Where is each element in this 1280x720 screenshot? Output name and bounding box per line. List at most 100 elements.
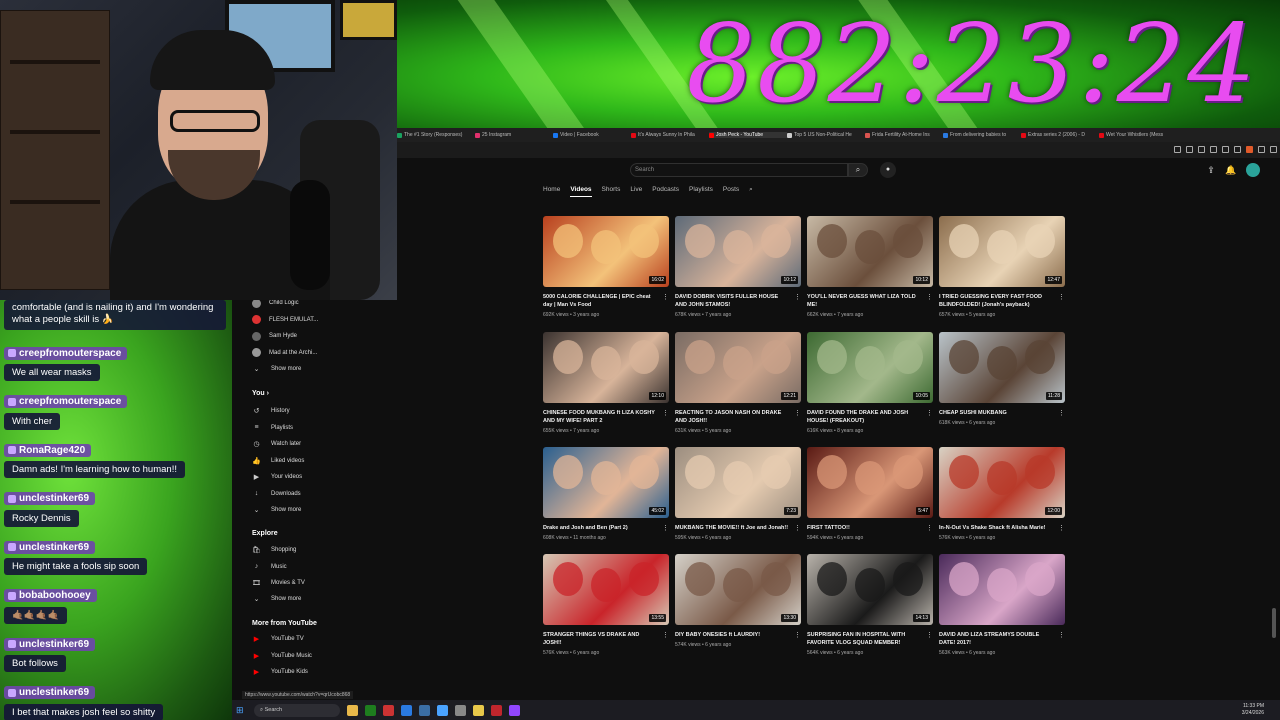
search-input[interactable]: Search [630, 163, 848, 177]
show-more-button[interactable]: ⌄ Show more [252, 364, 302, 374]
more-options-icon[interactable]: ⋮ [794, 293, 801, 301]
chat-username[interactable]: unclestinker69 [4, 540, 96, 554]
tab-home[interactable]: Home [543, 186, 560, 197]
video-card[interactable]: 13:30 DIY BABY ONESIES ft LAURDIY! 574K vi… [675, 554, 801, 648]
show-more-button[interactable]: ⌄ Show more [252, 505, 302, 515]
video-thumbnail[interactable]: 14:13 [807, 554, 933, 625]
video-thumbnail[interactable]: 12:10 [543, 332, 669, 403]
video-card[interactable]: 5:47 FIRST TATTOO!! 594K views • 6 years a… [807, 447, 933, 541]
show-more-button[interactable]: ⌄ Show more [252, 594, 302, 604]
video-card[interactable]: 45:02 Drake and Josh and Ben (Part 2) 608K… [543, 447, 669, 541]
extension-icon[interactable] [1234, 146, 1241, 153]
sidebar-item-yt-app[interactable]: ▶ YouTube Music [252, 651, 312, 661]
browser-tab[interactable]: From delivering babies to [943, 132, 1021, 138]
sidebar-item-your-videos[interactable]: ▶ Your videos [252, 472, 302, 482]
more-options-icon[interactable]: ⋮ [926, 524, 933, 532]
video-thumbnail[interactable]: 45:02 [543, 447, 669, 518]
notifications-button[interactable]: 🔔 [1224, 163, 1238, 177]
extension-icon[interactable] [1186, 146, 1193, 153]
video-title[interactable]: 5000 CALORIE CHALLENGE | EPIC cheat day … [543, 293, 669, 309]
video-thumbnail[interactable]: 10:05 [807, 332, 933, 403]
video-title[interactable]: REACTING TO JASON NASH ON DRAKE AND JOSH… [675, 409, 801, 425]
twitch-icon[interactable] [509, 704, 520, 716]
avatar[interactable] [1246, 163, 1260, 177]
browser-tab[interactable]: Video | Facebook [553, 132, 631, 138]
chat-username[interactable]: RonaRage420 [4, 443, 92, 457]
video-card[interactable]: 10:12 DAVID DOBRIK VISITS FULLER HOUSE AN… [675, 216, 801, 318]
more-options-icon[interactable]: ⋮ [1058, 524, 1065, 532]
video-thumbnail[interactable]: 16:02 [543, 216, 669, 287]
app-icon[interactable] [383, 704, 394, 716]
browser-tab[interactable]: Frida Fertility At-Home Ins [865, 132, 943, 138]
file-explorer-icon[interactable] [347, 704, 358, 716]
video-card[interactable]: 12:10 CHINESE FOOD MUKBANG ft LIZA KOSHY … [543, 332, 669, 434]
sidebar-item-playlists[interactable]: ≡ Playlists [252, 423, 293, 433]
taskbar-search[interactable]: ⌕ Search [254, 703, 340, 717]
video-thumbnail[interactable] [939, 554, 1065, 625]
more-options-icon[interactable]: ⋮ [794, 409, 801, 417]
extension-icon[interactable] [1258, 146, 1265, 153]
video-thumbnail[interactable]: 10:12 [807, 216, 933, 287]
chat-username[interactable]: creepfromouterspace [4, 395, 128, 408]
tab-videos[interactable]: Videos [570, 186, 592, 197]
video-card[interactable]: 12:00 In-N-Out Vs Shake Shack ft Alisha M… [939, 447, 1065, 541]
sidebar-subscription[interactable]: FLESH EMULAT... [252, 315, 318, 325]
browser-tab[interactable]: It's Always Sunny In Phila [631, 132, 709, 138]
app-icon[interactable] [491, 704, 502, 716]
chat-username[interactable]: unclestinker69 [4, 492, 96, 505]
more-options-icon[interactable]: ⋮ [662, 293, 669, 301]
you-heading[interactable]: You › [252, 390, 269, 397]
video-thumbnail[interactable]: 12:21 [675, 332, 801, 403]
tab-podcasts[interactable]: Podcasts [652, 186, 679, 197]
video-title[interactable]: DAVID AND LIZA STREAMYS DOUBLE DATE! 201… [939, 631, 1065, 647]
tab-posts[interactable]: Posts [723, 186, 739, 197]
more-options-icon[interactable]: ⋮ [926, 409, 933, 417]
video-card[interactable]: 10:12 YOU'LL NEVER GUESS WHAT LIZA TOLD M… [807, 216, 933, 318]
browser-tab[interactable]: Extras series 2 (2006) - D [1021, 132, 1099, 138]
system-clock[interactable]: 11:33 PM 3/24/2026 [1242, 703, 1264, 717]
extension-icon[interactable] [1210, 146, 1217, 153]
more-options-icon[interactable]: ⋮ [794, 631, 801, 639]
video-title[interactable]: CHEAP SUSHI MUKBANG [939, 409, 1065, 417]
video-title[interactable]: In-N-Out Vs Shake Shack ft Alisha Marie! [939, 524, 1065, 532]
browser-tab[interactable]: 25 Instagram [475, 132, 553, 138]
video-card[interactable]: 10:05 DAVID FOUND THE DRAKE AND JOSH HOUS… [807, 332, 933, 434]
sidebar-item-history[interactable]: ↺ History [252, 406, 290, 416]
chat-username[interactable]: unclestinker69 [4, 686, 96, 699]
create-button[interactable]: ⇪ [1204, 163, 1218, 177]
steam-icon[interactable] [419, 704, 430, 716]
sidebar-item-yt-app[interactable]: ▶ YouTube TV [252, 634, 304, 644]
video-card[interactable]: 11:28 CHEAP SUSHI MUKBANG 618K views • 6 y… [939, 332, 1065, 426]
video-thumbnail[interactable]: 11:28 [939, 332, 1065, 403]
chat-username[interactable]: unclestinker69 [4, 637, 96, 651]
more-options-icon[interactable]: ⋮ [926, 631, 933, 639]
video-card[interactable]: 12:47 I TRIED GUESSING EVERY FAST FOOD BL… [939, 216, 1065, 318]
video-title[interactable]: MUKBANG THE MOVIE!! ft Joe and Jonah!! [675, 524, 801, 532]
chat-username[interactable]: creepfromouterspace [4, 346, 128, 360]
more-options-icon[interactable]: ⋮ [1058, 409, 1065, 417]
video-thumbnail[interactable]: 12:47 [939, 216, 1065, 287]
more-options-icon[interactable]: ⋮ [794, 524, 801, 532]
video-title[interactable]: DIY BABY ONESIES ft LAURDIY! [675, 631, 801, 639]
video-card[interactable]: 13:55 STRANGER THINGS VS DRAKE AND JOSH!!… [543, 554, 669, 656]
video-title[interactable]: I TRIED GUESSING EVERY FAST FOOD BLINDFO… [939, 293, 1065, 309]
video-title[interactable]: FIRST TATTOO!! [807, 524, 933, 532]
video-card[interactable]: 12:21 REACTING TO JASON NASH ON DRAKE AND… [675, 332, 801, 434]
sidebar-subscription[interactable]: Sam Hyde [252, 331, 297, 341]
more-options-icon[interactable]: ⋮ [926, 293, 933, 301]
video-title[interactable]: STRANGER THINGS VS DRAKE AND JOSH!! [543, 631, 669, 647]
video-thumbnail[interactable]: 13:30 [675, 554, 801, 625]
sidebar-item-yt-app[interactable]: ▶ YouTube Kids [252, 667, 308, 677]
app-icon[interactable] [455, 704, 466, 716]
channel-search-icon[interactable]: ⌕ [749, 186, 753, 197]
tab-shorts[interactable]: Shorts [602, 186, 621, 197]
more-options-icon[interactable]: ⋮ [1058, 631, 1065, 639]
video-card[interactable]: DAVID AND LIZA STREAMYS DOUBLE DATE! 201… [939, 554, 1065, 656]
video-thumbnail[interactable]: 13:55 [543, 554, 669, 625]
more-options-icon[interactable]: ⋮ [662, 631, 669, 639]
menu-icon[interactable] [1270, 146, 1277, 153]
sidebar-item-liked[interactable]: 👍 Liked videos [252, 456, 304, 466]
scrollbar[interactable] [1272, 608, 1276, 638]
video-title[interactable]: YOU'LL NEVER GUESS WHAT LIZA TOLD ME! [807, 293, 933, 309]
sidebar-item-movies[interactable]: 🎞 Movies & TV [252, 578, 305, 588]
